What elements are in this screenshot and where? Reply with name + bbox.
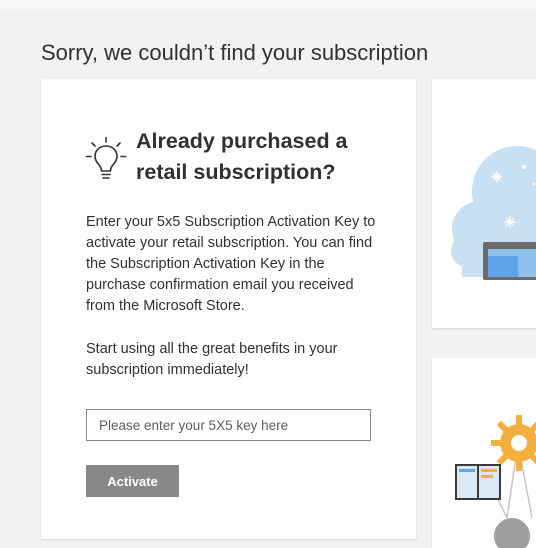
benefits-text: Start using all the great benefits in yo… [86, 341, 338, 378]
cloud-laptop-illustration [451, 146, 536, 280]
gear-book-illustration [455, 415, 536, 548]
retail-subscription-card: Already purchased a retail subscription?… [41, 79, 416, 539]
activation-description: Enter your 5x5 Subscription Activation K… [86, 214, 376, 314]
activation-key-input[interactable] [86, 409, 371, 441]
page-title: Sorry, we couldn’t find your subscriptio… [41, 40, 429, 65]
side-card-top [432, 79, 536, 328]
card-heading: Already purchased a retail subscription? [136, 129, 348, 184]
lightbulb-icon [85, 136, 127, 179]
activate-button[interactable]: Activate [86, 465, 179, 497]
side-card-bottom [432, 358, 536, 548]
top-band [0, 0, 536, 12]
